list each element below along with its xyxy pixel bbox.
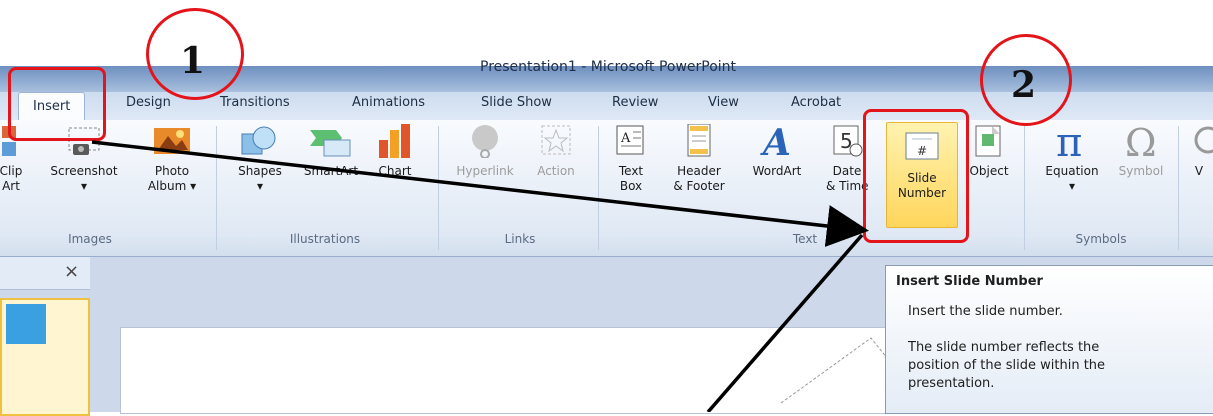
- header-footer-button[interactable]: Header & Footer: [666, 123, 732, 194]
- text-box-button[interactable]: A Text Box: [608, 124, 654, 194]
- group-text: Text: [792, 232, 818, 246]
- slide-thumbnail[interactable]: [0, 298, 90, 416]
- wordart-button[interactable]: A WordArt: [744, 122, 810, 179]
- tab-view[interactable]: View: [708, 95, 739, 110]
- tooltip-text: position of the slide within the: [908, 358, 1106, 373]
- shapes-icon: [238, 124, 282, 158]
- pi-icon: π: [1052, 120, 1092, 166]
- tab-acrobat[interactable]: Acrobat: [791, 95, 841, 110]
- action-star-icon: [538, 124, 574, 158]
- window-title: Presentation1 - Microsoft PowerPoint: [480, 59, 737, 75]
- dropdown-arrow-icon: ▾: [256, 179, 264, 193]
- svg-text:A: A: [760, 124, 791, 158]
- shapes-button[interactable]: Shapes ▾: [228, 124, 292, 194]
- group-separator: [216, 126, 217, 250]
- close-icon[interactable]: ×: [64, 261, 79, 282]
- tooltip-title: Insert Slide Number: [896, 274, 1043, 289]
- text-box-icon: A: [613, 124, 649, 158]
- header-footer-icon: [684, 123, 714, 158]
- smartart-button[interactable]: SmartArt: [296, 124, 366, 179]
- group-separator: [1024, 126, 1025, 250]
- svg-text:A: A: [620, 131, 631, 146]
- chart-button[interactable]: Chart: [370, 124, 420, 179]
- tab-design[interactable]: Design: [126, 95, 171, 110]
- date-time-button[interactable]: 5 Date & Time: [826, 124, 869, 194]
- tab-review[interactable]: Review: [612, 95, 658, 110]
- tooltip-text: The slide number reflects the: [908, 340, 1100, 355]
- smartart-icon: [306, 124, 356, 158]
- wordart-icon: A: [759, 122, 795, 164]
- insert-tab-highlight: [8, 67, 106, 141]
- omega-icon: Ω: [1121, 121, 1161, 165]
- svg-text:π: π: [1056, 124, 1082, 158]
- photo-album-button[interactable]: Photo Album ▾: [140, 124, 204, 194]
- slide-number-tooltip: Insert Slide Number Insert the slide num…: [885, 265, 1213, 414]
- tab-slide-show[interactable]: Slide Show: [481, 95, 552, 110]
- ribbon: Clip Art Screenshot ▾ Photo Album ▾ Imag…: [0, 120, 1213, 257]
- globe-link-icon: [465, 124, 505, 159]
- video-button[interactable]: V: [1184, 124, 1213, 179]
- action-button[interactable]: Action: [528, 124, 584, 179]
- group-separator: [1178, 126, 1179, 250]
- tab-animations[interactable]: Animations: [352, 95, 425, 110]
- group-separator: [438, 126, 439, 250]
- dropdown-arrow-icon: ▾: [80, 179, 88, 193]
- group-links: Links: [504, 232, 536, 246]
- svg-text:Ω: Ω: [1125, 124, 1157, 158]
- symbol-button[interactable]: Ω Symbol: [1112, 121, 1170, 179]
- group-illustrations: Illustrations: [289, 232, 361, 246]
- object-icon: [972, 124, 1006, 158]
- hyperlink-button[interactable]: Hyperlink: [448, 124, 522, 179]
- callout-number-1: 1: [180, 40, 206, 82]
- photo-album-icon: [150, 124, 194, 158]
- bar-chart-icon: [375, 124, 415, 158]
- group-symbols: Symbols: [1075, 232, 1127, 246]
- equation-button[interactable]: π Equation ▾: [1034, 120, 1110, 194]
- group-images: Images: [68, 232, 112, 246]
- slides-pane-header: ×: [0, 257, 90, 290]
- calendar-icon: 5: [830, 124, 864, 158]
- callout-number-2: 2: [1011, 64, 1037, 106]
- tab-transitions[interactable]: Transitions: [220, 95, 290, 110]
- tooltip-text: presentation.: [908, 376, 995, 391]
- tooltip-text: Insert the slide number.: [908, 304, 1063, 319]
- group-separator: [598, 126, 599, 250]
- slide-number-highlight: [863, 109, 969, 243]
- dropdown-arrow-icon: ▾: [1068, 179, 1076, 193]
- video-icon: [1184, 124, 1213, 158]
